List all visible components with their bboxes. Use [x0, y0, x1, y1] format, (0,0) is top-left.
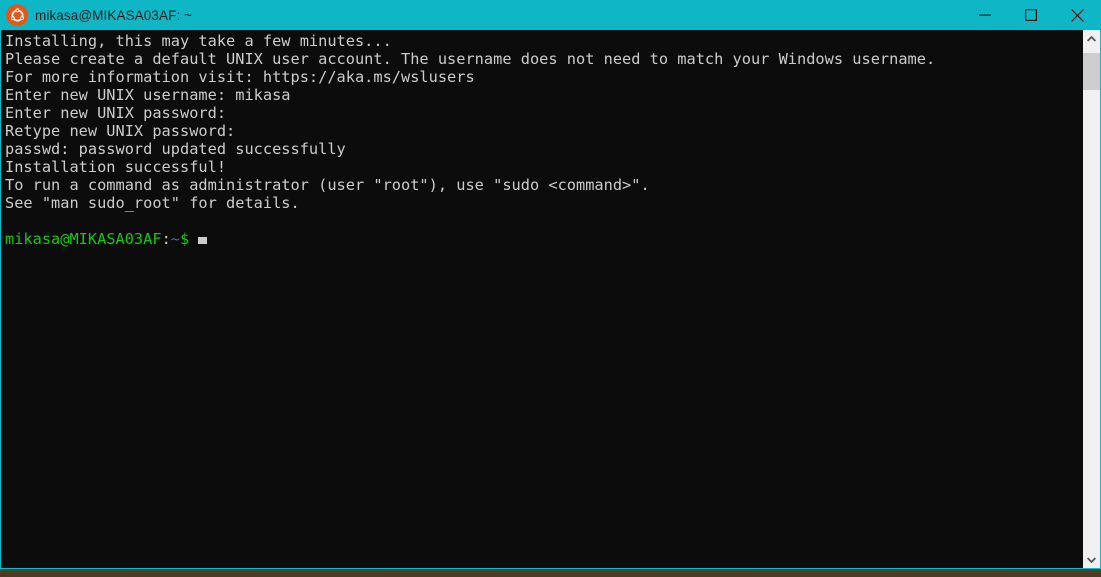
terminal-line: See "man sudo_root" for details. [5, 194, 300, 212]
terminal-screen[interactable]: Installing, this may take a few minutes.… [3, 30, 1083, 568]
ubuntu-icon [6, 4, 28, 26]
terminal-body[interactable]: Installing, this may take a few minutes.… [1, 30, 1100, 568]
maximize-icon [1025, 9, 1037, 21]
chevron-down-icon [1087, 556, 1096, 563]
window-title: mikasa@MIKASA03AF: ~ [35, 7, 193, 23]
terminal-line: Please create a default UNIX user accoun… [5, 50, 936, 68]
terminal-line: Retype new UNIX password: [5, 122, 236, 140]
terminal-line: Enter new UNIX username: mikasa [5, 86, 291, 104]
minimize-button[interactable] [962, 0, 1008, 30]
block-cursor [198, 237, 208, 244]
maximize-button[interactable] [1008, 0, 1054, 30]
chevron-up-icon [1087, 35, 1096, 42]
terminal-line: Installation successful! [5, 158, 227, 176]
scrollbar-up-button[interactable] [1083, 30, 1100, 47]
terminal-line: To run a command as administrator (user … [5, 176, 650, 194]
scrollbar-track[interactable] [1083, 47, 1100, 551]
terminal-line: passwd: password updated successfully [5, 140, 346, 158]
prompt-user-host: mikasa@MIKASA03AF [5, 230, 162, 248]
scrollbar-thumb[interactable] [1083, 53, 1100, 90]
terminal-line: For more information visit: https://aka.… [5, 68, 475, 86]
window-titlebar[interactable]: mikasa@MIKASA03AF: ~ [1, 0, 1100, 30]
terminal-line: Installing, this may take a few minutes.… [5, 32, 392, 50]
minimize-icon [979, 14, 991, 16]
prompt-path: ~ [170, 230, 180, 248]
close-icon [1070, 8, 1084, 22]
terminal-scrollbar[interactable] [1083, 30, 1100, 568]
prompt-symbol: $ [180, 230, 190, 248]
prompt-separator: : [161, 230, 171, 248]
terminal-window: mikasa@MIKASA03AF: ~ Installing, this ma… [0, 0, 1101, 569]
terminal-line: Enter new UNIX password: [5, 104, 227, 122]
shell-prompt-line[interactable]: mikasa@MIKASA03AF:~$ [5, 230, 1083, 248]
close-button[interactable] [1054, 0, 1100, 30]
scrollbar-down-button[interactable] [1083, 551, 1100, 568]
